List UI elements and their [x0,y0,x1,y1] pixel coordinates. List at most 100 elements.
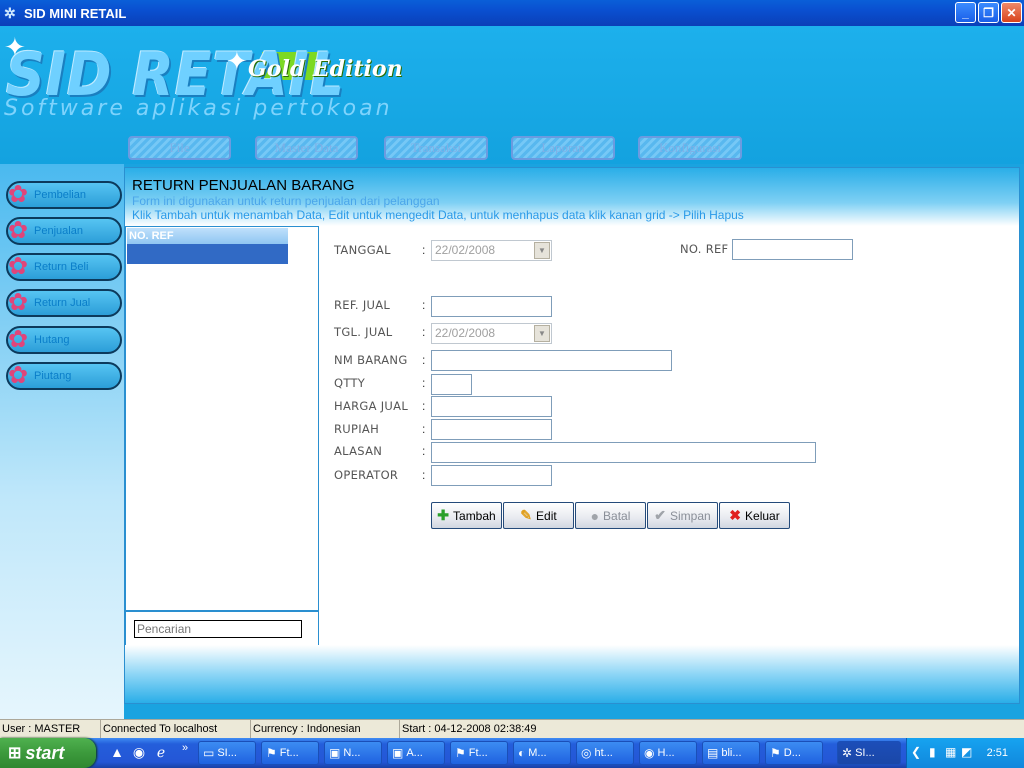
sidebar-item-label: Penjualan [34,225,83,237]
label-nm-barang: NM BARANG [334,353,408,367]
task-label: Ft... [468,747,488,759]
nm-barang-field[interactable] [431,350,672,371]
app-icon: ▣ [329,746,341,760]
task-button[interactable]: ⚑ D... [765,741,823,765]
app-icon: ▣ [392,746,404,760]
ref-jual-field[interactable] [431,296,552,317]
tray-icon[interactable]: ▦ [945,745,956,759]
window-title: SID MINI RETAIL [24,5,127,21]
flower-icon: ✿ [7,253,29,280]
rupiah-field[interactable] [431,419,552,440]
chrome-icon[interactable]: ◉ [130,744,148,761]
task-label: D... [783,747,801,759]
task-label: M... [528,747,547,759]
status-start-time: Start : 04-12-2008 02:38:49 [402,723,537,735]
sidebar-item-piutang[interactable]: ✿ Piutang [6,362,122,390]
status-user: User : MASTER [0,720,101,739]
task-button[interactable]: ▣ A... [387,741,445,765]
keluar-button[interactable]: ✖ Keluar [719,502,790,529]
task-button[interactable]: ⚑ Ft... [261,741,319,765]
logo-tagline: Software aplikasi pertokoan [4,96,393,121]
task-button[interactable]: ▤ bli... [702,741,760,765]
menu-laporan[interactable]: Laporan [511,136,615,160]
batal-button[interactable]: ● Batal [575,502,646,529]
edit-button-label: Edit [536,508,557,523]
menu-file[interactable]: File [128,136,231,160]
tgl-jual-date-picker[interactable]: 22/02/2008 ▼ [431,323,552,344]
flower-icon: ✿ [7,217,29,244]
edit-button[interactable]: ✎ Edit [503,502,574,529]
flower-icon: ✿ [7,362,29,389]
simpan-button-label: Simpan [670,508,711,523]
ie-icon[interactable]: ℯ [152,744,170,761]
menu-konfigurasi[interactable]: Konfigurasi [638,136,742,160]
simpan-button[interactable]: ✔ Simpan [647,502,718,529]
task-button-active[interactable]: ✲ SI... [837,741,901,765]
plus-icon: ✚ [437,507,450,523]
chevron-left-icon[interactable]: ❮ [911,745,921,759]
sidebar-item-label: Pembelian [34,189,86,201]
close-icon: ✖ [729,507,742,523]
menu-master-data[interactable]: Master Data [255,136,358,160]
quicklaunch-icon[interactable]: ▲ [108,744,126,760]
start-button[interactable]: ⊞ start [0,738,96,768]
form-description: Form ini digunakan untuk return penjuala… [132,194,440,208]
alasan-field[interactable] [431,442,816,463]
app-icon: ✲ [842,746,853,760]
ref-list-grid[interactable]: NO. REF [125,226,319,611]
sidebar-item-label: Hutang [34,334,70,346]
operator-field[interactable] [431,465,552,486]
harga-jual-field[interactable] [431,396,552,417]
colon: : [422,325,426,339]
sidebar-item-pembelian[interactable]: ✿ Pembelian [6,181,122,209]
task-button[interactable]: ◐ M... [513,741,571,765]
task-button[interactable]: ⚑ Ft... [450,741,508,765]
grid-selected-row[interactable] [127,244,288,264]
qtty-field[interactable] [431,374,472,395]
page-title: RETURN PENJUALAN BARANG [132,177,355,194]
tambah-button[interactable]: ✚ Tambah [431,502,502,529]
no-ref-field[interactable] [732,239,853,260]
search-area [125,611,319,647]
clock: 2:51 [986,747,1008,759]
sparkle-icon: ✦ [4,32,26,62]
chevron-right-icon[interactable]: » [176,742,194,754]
colon: : [422,353,426,367]
chevron-down-icon[interactable]: ▼ [534,242,550,259]
task-button[interactable]: ▭ SI... [198,741,256,765]
flower-icon: ✿ [7,289,29,316]
folder-icon: ▭ [203,746,215,760]
label-alasan: ALASAN [334,444,383,458]
sidebar-item-label: Return Beli [34,261,89,273]
task-label: ht... [594,747,613,759]
sidebar-item-hutang[interactable]: ✿ Hutang [6,326,122,354]
task-label: Ft... [279,747,299,759]
task-button[interactable]: ◎ ht... [576,741,634,765]
label-harga-jual: HARGA JUAL [334,399,409,413]
sidebar-item-return-beli[interactable]: ✿ Return Beli [6,253,122,281]
logo-edition: Gold Edition [248,56,403,82]
menu-transaksi[interactable]: Transaksi [384,136,488,160]
app-banner: SID RETAIL Gold Edition Software aplikas… [0,26,1024,164]
tray-icon[interactable]: ▮ [929,745,936,759]
sidebar-item-return-jual[interactable]: ✿ Return Jual [6,289,122,317]
minimize-button[interactable]: _ [955,2,976,23]
start-label: start [25,742,65,763]
tanggal-date-picker[interactable]: 22/02/2008 ▼ [431,240,552,261]
colon: : [422,376,426,390]
label-tgl-jual: TGL. JUAL [334,325,393,339]
grid-column-header[interactable]: NO. REF [127,228,288,244]
chevron-down-icon[interactable]: ▼ [534,325,550,342]
label-rupiah: RUPIAH [334,422,380,436]
restore-button[interactable]: ❐ [978,2,999,23]
colon: : [422,243,426,257]
task-button[interactable]: ◉ H... [639,741,697,765]
browser-icon: ◎ [581,746,592,760]
tray-icon[interactable]: ◩ [961,745,972,759]
close-button[interactable]: ✕ [1001,2,1022,23]
ftp-icon: ⚑ [455,746,466,760]
task-button[interactable]: ▣ N... [324,741,382,765]
colon: : [422,444,426,458]
search-input[interactable] [134,620,302,638]
sidebar-item-penjualan[interactable]: ✿ Penjualan [6,217,122,245]
